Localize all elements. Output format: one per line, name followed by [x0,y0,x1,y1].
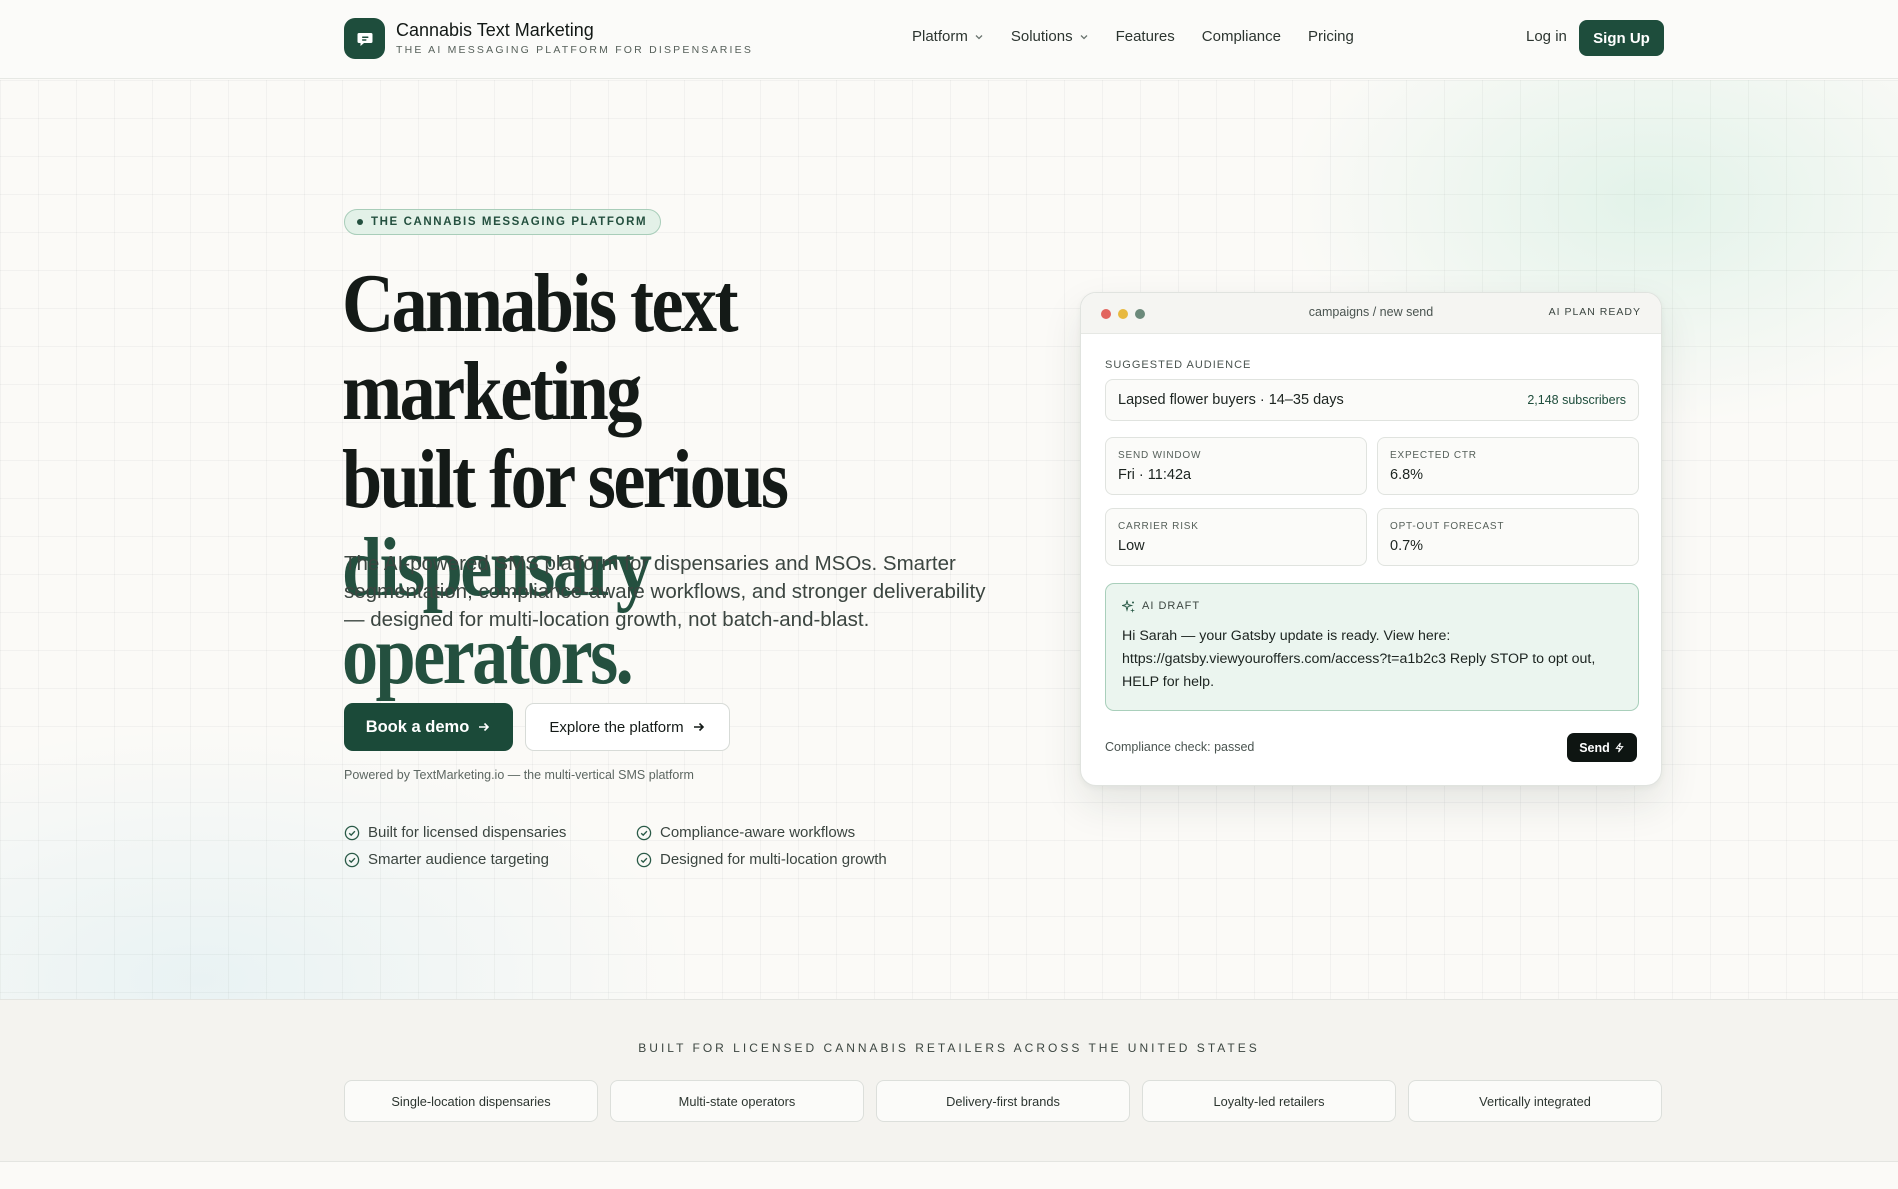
hero-lead: The AI-powered SMS platform for dispensa… [344,552,986,631]
ai-draft-label: AI DRAFT [1142,600,1201,612]
ai-draft-box[interactable]: AI DRAFT Hi Sarah — your Gatsby update i… [1105,583,1639,711]
check-circle-icon [344,825,360,840]
check-label: Designed for multi-location growth [660,851,887,868]
top-nav: Cannabis Text Marketing THE AI MESSAGING… [0,0,1898,79]
arrow-right-icon [693,722,704,732]
stat-expected-ctr: EXPECTED CTR 6.8% [1377,437,1639,495]
audience-selector[interactable]: Lapsed flower buyers · 14–35 days 2,148 … [1105,379,1639,421]
check-item: Smarter audience targeting [344,851,636,868]
nav-item-label: Solutions [1010,28,1073,45]
book-demo-label: Book a demo [365,717,470,736]
check-circle-icon [636,825,652,840]
stat-carrier-risk: CARRIER RISK Low [1105,508,1367,566]
brand-logo[interactable] [344,18,385,59]
stat-label: CARRIER RISK [1118,521,1199,532]
stat-value: 6.8% [1390,467,1424,483]
stat-label: OPT-OUT FORECAST [1390,521,1505,532]
signup-button[interactable]: Sign Up [1579,20,1664,56]
headline-line-1: Cannabis text marketing [342,257,739,438]
nav-links: Platform Solutions Features Compliance P… [912,28,1381,45]
retailers-strip: BUILT FOR LICENSED CANNABIS RETAILERS AC… [0,999,1898,1162]
stat-send-window: SEND WINDOW Fri · 11:42a [1105,437,1367,495]
audience-name: Lapsed flower buyers · 14–35 days [1118,392,1344,408]
powered-by: Powered by TextMarketing.io — the multi-… [344,768,694,782]
nav-item-platform[interactable]: Platform [912,28,984,45]
check-label: Compliance-aware workflows [660,824,856,841]
feature-checklist: Built for licensed dispensaries Complian… [344,824,904,868]
check-item: Compliance-aware workflows [636,824,904,841]
nav-item-compliance[interactable]: Compliance [1202,28,1281,45]
card-titlebar: campaigns / new send AI PLAN READY [1081,293,1661,334]
hero-badge: THE CANNABIS MESSAGING PLATFORM [344,209,662,235]
lightning-icon [1615,742,1624,753]
nav-item-features[interactable]: Features [1116,28,1175,45]
ai-draft-text: Hi Sarah — your Gatsby update is ready. … [1122,628,1596,690]
nav-item-label: Pricing [1308,28,1354,45]
stat-label: EXPECTED CTR [1390,450,1477,461]
brand-name[interactable]: Cannabis Text Marketing [396,20,594,41]
check-item: Designed for multi-location growth [636,851,904,868]
audience-count: 2,148 subscribers [1527,393,1626,407]
retailer-tags: Single-location dispensaries Multi-state… [344,1080,1662,1122]
stat-value: Low [1118,538,1145,554]
stat-value: 0.7% [1390,538,1424,554]
retailer-tag[interactable]: Vertically integrated [1408,1080,1662,1122]
check-label: Built for licensed dispensaries [368,824,567,841]
nav-item-solutions[interactable]: Solutions [1011,28,1089,45]
nav-item-pricing[interactable]: Pricing [1308,28,1354,45]
brand-tagline: THE AI MESSAGING PLATFORM FOR DISPENSARI… [396,44,754,56]
card-status-badge: AI PLAN READY [1548,306,1641,318]
retailer-tag[interactable]: Loyalty-led retailers [1142,1080,1396,1122]
nav-item-label: Platform [912,28,968,45]
page-bottom [0,1163,1898,1189]
retailer-tag[interactable]: Delivery-first brands [876,1080,1130,1122]
arrow-right-icon [479,722,490,732]
explore-platform-label: Explore the platform [549,718,684,736]
stat-opt-out-forecast: OPT-OUT FORECAST 0.7% [1377,508,1639,566]
audience-label: SUGGESTED AUDIENCE [1105,359,1252,371]
check-item: Built for licensed dispensaries [344,824,636,841]
explore-platform-button[interactable]: Explore the platform [525,703,730,751]
hero-badge-label: THE CANNABIS MESSAGING PLATFORM [371,216,648,228]
campaign-preview-card: campaigns / new send AI PLAN READY SUGGE… [1080,292,1662,786]
retailer-tag[interactable]: Multi-state operators [610,1080,864,1122]
chevron-down-icon [975,34,983,39]
headline-line-2: built for serious [342,433,789,526]
compliance-status: Compliance check: passed [1105,740,1255,754]
send-button[interactable]: Send [1567,733,1637,762]
nav-item-label: Compliance [1201,28,1281,45]
chat-bubble-icon [357,32,372,46]
stat-value: Fri · 11:42a [1118,467,1192,483]
check-circle-icon [636,852,652,867]
check-circle-icon [344,852,360,867]
check-label: Smarter audience targeting [368,851,549,868]
sparkle-icon [1122,600,1135,613]
chevron-down-icon [1080,34,1088,39]
login-link[interactable]: Log in [1526,28,1567,45]
nav-item-label: Features [1115,28,1175,45]
stat-label: SEND WINDOW [1118,450,1202,461]
retailer-tag[interactable]: Single-location dispensaries [344,1080,598,1122]
book-demo-button[interactable]: Book a demo [344,703,513,751]
badge-dot-icon [357,219,363,225]
send-label: Send [1579,740,1610,755]
hero-headline: Cannabis text marketing built for seriou… [342,260,927,700]
strip-title: BUILT FOR LICENSED CANNABIS RETAILERS AC… [638,1041,1260,1055]
